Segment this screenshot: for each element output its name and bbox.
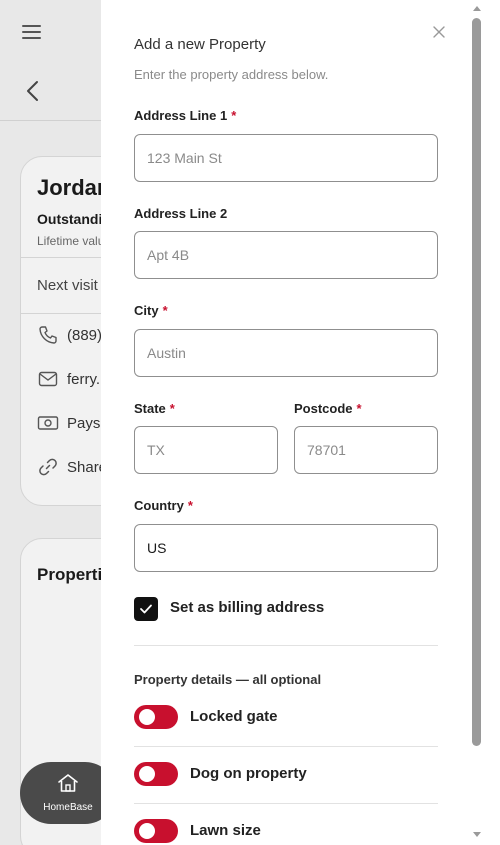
- back-arrow-icon[interactable]: [24, 80, 42, 102]
- link-icon: [37, 456, 59, 478]
- pays-text: Pays: [67, 414, 101, 432]
- required-mark: *: [187, 498, 193, 513]
- billing-address-checkbox[interactable]: [134, 597, 158, 621]
- mail-icon: [37, 368, 59, 390]
- toggle-knob: [139, 709, 155, 725]
- address2-input[interactable]: [134, 231, 438, 279]
- required-mark: *: [169, 401, 175, 416]
- menu-icon[interactable]: [22, 24, 42, 40]
- email-text: ferry.r: [67, 370, 106, 388]
- locked-gate-toggle[interactable]: [134, 705, 178, 729]
- dog-on-property-label: Dog on property: [190, 765, 307, 782]
- close-icon[interactable]: [431, 24, 447, 40]
- email-row[interactable]: ferry.r: [37, 367, 105, 391]
- money-icon: [37, 412, 59, 434]
- share-row[interactable]: Share: [37, 455, 107, 479]
- required-mark: *: [231, 108, 237, 123]
- header-divider: [0, 120, 101, 121]
- section-divider: [134, 645, 438, 646]
- billing-address-label[interactable]: Set as billing address: [170, 599, 324, 616]
- state-input[interactable]: [134, 426, 278, 474]
- address1-label-text: Address Line 1: [134, 108, 228, 123]
- add-property-drawer: Add a new Property Enter the property ad…: [101, 0, 500, 845]
- phone-row[interactable]: (889): [37, 323, 102, 347]
- row-divider: [134, 803, 438, 804]
- phone-icon: [37, 324, 59, 346]
- postcode-label: Postcode *: [294, 401, 362, 416]
- lifetime-value-label: Lifetime value: [37, 234, 112, 248]
- state-label-text: State: [134, 401, 166, 416]
- scroll-down-arrow-icon[interactable]: [473, 832, 481, 837]
- lawn-size-label: Lawn size: [190, 822, 261, 839]
- payment-row[interactable]: Pays: [37, 411, 100, 435]
- scrollbar[interactable]: [470, 0, 484, 845]
- lawn-size-toggle[interactable]: [134, 819, 178, 843]
- homebase-label: HomeBase: [43, 802, 93, 813]
- scrollbar-thumb[interactable]: [472, 18, 481, 746]
- postcode-input[interactable]: [294, 426, 438, 474]
- row-divider: [134, 746, 438, 747]
- home-icon: [57, 773, 79, 798]
- postcode-label-text: Postcode: [294, 401, 353, 416]
- toggle-row-dog: Dog on property: [134, 762, 438, 788]
- drawer-title: Add a new Property: [134, 36, 266, 53]
- checkmark-icon: [140, 604, 152, 614]
- city-input[interactable]: [134, 329, 438, 377]
- country-label-text: Country: [134, 498, 184, 513]
- address2-label: Address Line 2: [134, 206, 227, 221]
- city-label: City *: [134, 303, 168, 318]
- state-label: State *: [134, 401, 175, 416]
- locked-gate-label: Locked gate: [190, 708, 278, 725]
- city-label-text: City: [134, 303, 159, 318]
- toggle-row-locked-gate: Locked gate: [134, 705, 438, 731]
- phone-text: (889): [67, 326, 103, 344]
- drawer-subtitle: Enter the property address below.: [134, 67, 329, 82]
- next-visit-label: Next visit: [37, 277, 98, 294]
- dog-on-property-toggle[interactable]: [134, 762, 178, 786]
- scroll-up-arrow-icon[interactable]: [473, 6, 481, 11]
- country-label: Country *: [134, 498, 193, 513]
- address1-input[interactable]: [134, 134, 438, 182]
- property-details-heading: Property details — all optional: [134, 672, 322, 687]
- toggle-knob: [139, 823, 155, 839]
- required-mark: *: [162, 303, 168, 318]
- address2-label-text: Address Line 2: [134, 206, 228, 221]
- required-mark: *: [356, 401, 362, 416]
- country-input[interactable]: [134, 524, 438, 572]
- client-name: Jordan: [37, 175, 111, 200]
- toggle-knob: [139, 766, 155, 782]
- address1-label: Address Line 1 *: [134, 108, 236, 123]
- toggle-row-lawn: Lawn size: [134, 819, 438, 845]
